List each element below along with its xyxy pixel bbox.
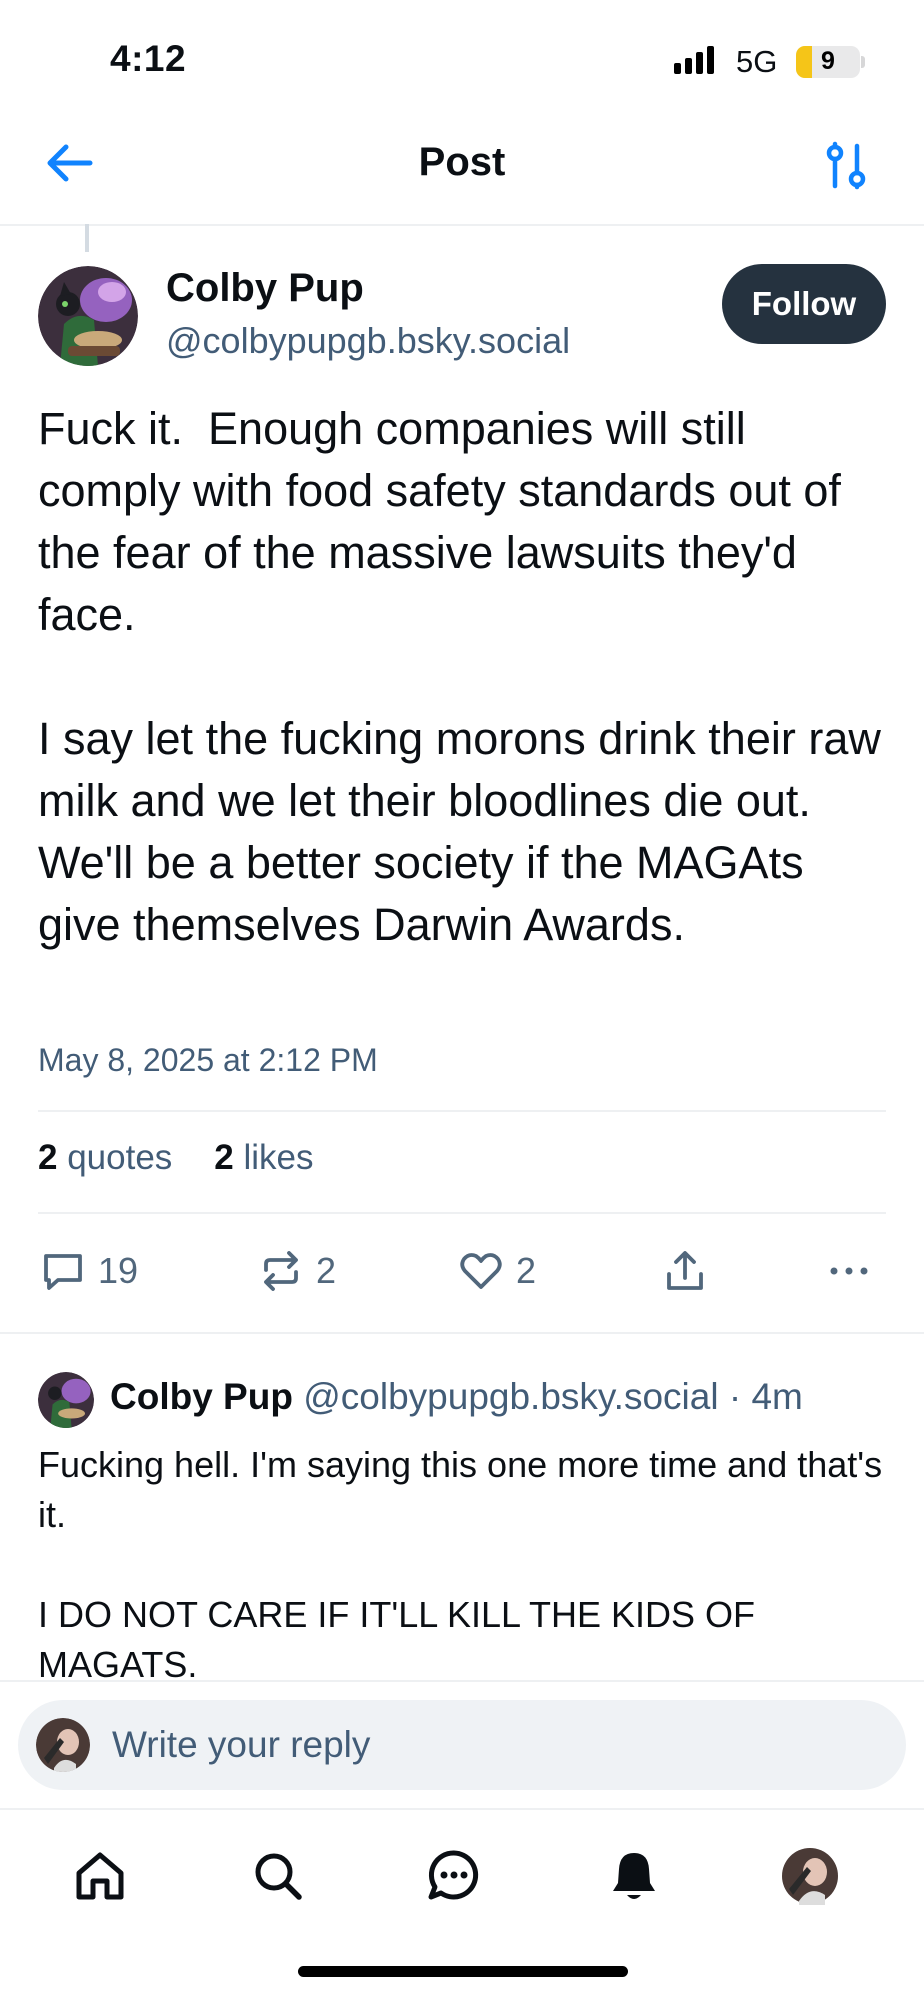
more-horizontal-icon [830, 1267, 868, 1275]
heart-icon [460, 1253, 502, 1289]
home-indicator [298, 1966, 628, 1977]
stats-divider-top [38, 1110, 886, 1112]
post-divider [0, 1332, 924, 1334]
home-icon [76, 1852, 124, 1900]
likes-label: likes [243, 1138, 314, 1177]
reply-composer[interactable] [18, 1700, 906, 1790]
network-type: 5G [736, 44, 778, 79]
profile-avatar [782, 1848, 838, 1905]
tab-notifications[interactable] [604, 1846, 664, 1906]
share-icon [667, 1251, 703, 1290]
comment-icon [44, 1254, 82, 1290]
reply-author-name[interactable]: Colby Pup [110, 1376, 293, 1417]
thread-line [85, 224, 89, 252]
reply-count: 19 [98, 1250, 139, 1291]
tab-search[interactable] [248, 1846, 308, 1906]
chat-icon [428, 1850, 479, 1900]
composer-divider-top [0, 1680, 924, 1682]
header-divider [0, 224, 924, 226]
reply-author-handle[interactable]: @colbypupgb.bsky.social [303, 1376, 718, 1417]
battery-percent: 9 [821, 47, 835, 75]
repost-icon [264, 1251, 298, 1291]
status-time: 4:12 [110, 38, 187, 79]
reply-separator: · [718, 1376, 752, 1417]
post-text: Fuck it. Enough companies will still com… [38, 403, 881, 950]
tab-profile[interactable] [780, 1846, 840, 1906]
tab-chat[interactable] [424, 1846, 484, 1906]
stats-divider-bottom [38, 1212, 886, 1214]
reply-age: 4m [751, 1376, 803, 1417]
sliders-icon [826, 141, 866, 190]
reply-text[interactable]: Fucking hell. I'm saying this one more t… [38, 1440, 898, 1678]
repost-count: 2 [316, 1250, 337, 1291]
quotes-count: 2 [38, 1138, 58, 1177]
thread-settings-button[interactable] [820, 140, 872, 192]
likes-count: 2 [214, 1138, 234, 1177]
bell-icon [613, 1853, 655, 1899]
tab-home[interactable] [70, 1846, 130, 1906]
more-options-button[interactable] [826, 1246, 872, 1296]
user-avatar [36, 1718, 90, 1772]
reply-header: Colby Pup @colbypupgb.bsky.social · 4m [110, 1376, 803, 1418]
quotes-label: quotes [67, 1138, 173, 1177]
like-count: 2 [516, 1250, 537, 1291]
author-handle[interactable]: @colbypupgb.bsky.social [166, 320, 570, 362]
search-icon [255, 1853, 302, 1900]
battery-tip [861, 56, 865, 68]
reply-input[interactable] [112, 1724, 812, 1766]
tab-bar-divider [0, 1808, 924, 1810]
reply-author-avatar[interactable] [38, 1372, 94, 1428]
post-stats: 2 quotes 2 likes [38, 1138, 314, 1178]
repost-button[interactable]: 2 [258, 1246, 336, 1296]
share-button[interactable] [662, 1246, 708, 1296]
page-title: Post [418, 140, 506, 184]
battery-icon: 9 [796, 46, 860, 78]
like-button[interactable]: 2 [458, 1246, 536, 1296]
back-button[interactable] [40, 140, 104, 186]
likes-stat[interactable]: 2 likes [214, 1138, 313, 1178]
author-name[interactable]: Colby Pup [166, 266, 364, 311]
cellular-signal-icon [674, 46, 714, 74]
post-timestamp: May 8, 2025 at 2:12 PM [38, 1042, 378, 1078]
quotes-stat[interactable]: 2 quotes [38, 1138, 172, 1178]
author-avatar[interactable] [38, 266, 138, 366]
reply-button[interactable]: 19 [40, 1246, 138, 1296]
follow-button[interactable]: Follow [722, 264, 886, 344]
arrow-left-icon [47, 144, 93, 182]
